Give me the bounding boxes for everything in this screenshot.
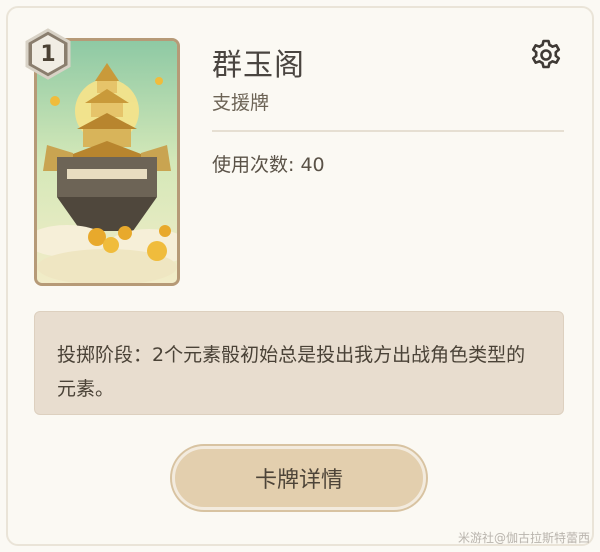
- divider: [212, 130, 564, 132]
- watermark: 米游社@伽古拉斯特蕾西: [457, 531, 590, 545]
- card-title: 群玉阁: [212, 48, 305, 83]
- cost-value: 1: [40, 41, 56, 67]
- usage-count: 使用次数: 40: [212, 154, 325, 176]
- card-detail-button[interactable]: 卡牌详情: [172, 446, 426, 510]
- cost-badge: 1: [22, 28, 74, 80]
- gear-icon[interactable]: [528, 37, 564, 73]
- card-type: 支援牌: [212, 92, 270, 114]
- card-description: 投掷阶段：2个元素骰初始总是投出我方出战角色类型的元素。: [57, 344, 526, 400]
- description-box: 投掷阶段：2个元素骰初始总是投出我方出战角色类型的元素。: [34, 311, 564, 415]
